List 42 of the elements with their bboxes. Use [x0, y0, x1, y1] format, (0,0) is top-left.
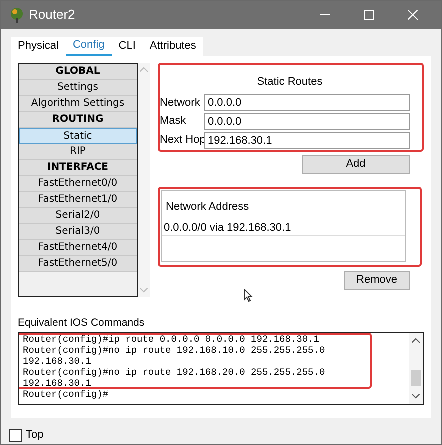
list-heading: Network Address — [165, 200, 250, 215]
console-scroll-bar[interactable] — [409, 332, 423, 404]
console-line: 192.168.30.1 — [23, 378, 92, 389]
add-button[interactable]: Add — [302, 155, 410, 174]
window-title: Router2 — [29, 6, 76, 24]
console-line: Router(config)#ip route 0.0.0.0 0.0.0.0 192.168.30.1 — [23, 334, 320, 345]
checkbox-label: Top — [26, 428, 44, 443]
field-label: Network — [160, 96, 202, 111]
field-label: Mask — [160, 114, 188, 130]
section-header[interactable]: GLOBAL — [19, 64, 137, 80]
sidebar-item[interactable]: FastEthernet1/0 — [19, 192, 137, 208]
sidebar-item[interactable]: Algorithm Settings — [19, 96, 137, 112]
input-field[interactable]: 0.0.0.0 — [204, 94, 410, 112]
sidebar-item[interactable]: FastEthernet0/0 — [19, 176, 137, 192]
tab[interactable]: Physical — [11, 37, 66, 56]
sidebar-item[interactable]: Static — [19, 128, 137, 144]
tab[interactable]: CLI — [112, 37, 143, 56]
maximize-icon — [364, 10, 374, 20]
scroll-bar[interactable] — [138, 63, 150, 297]
sidebar-item[interactable]: Serial2/0 — [19, 208, 137, 224]
console-line: 192.168.30.1 — [23, 356, 92, 367]
tab[interactable]: Config — [66, 37, 112, 56]
mouse-cursor-icon — [244, 289, 253, 302]
sidebar-item[interactable]: FastEthernet5/0 — [19, 256, 137, 272]
checkbox[interactable] — [9, 428, 22, 442]
section-header[interactable]: INTERFACE — [19, 160, 137, 176]
console-line: Router(config)#no ip route 192.168.20.0 255.255.255.0 — [23, 366, 326, 378]
console-line: Router(config)# — [23, 388, 110, 400]
console-line: Router(config)#no ip route 192.168.10.0 255.255.255.0 — [23, 344, 326, 356]
sidebar-item[interactable]: Serial3/0 — [19, 224, 137, 240]
sidebar-item[interactable]: RIP — [19, 144, 137, 160]
route-entry[interactable]: 0.0.0.0/0 via 192.168.30.1 — [162, 220, 405, 236]
close-icon — [408, 10, 418, 20]
tab[interactable]: Attributes — [142, 37, 204, 56]
input-field[interactable]: 0.0.0.0 — [204, 113, 410, 130]
section-label: Equivalent IOS Commands — [18, 316, 146, 331]
sidebar-item[interactable]: Settings — [19, 80, 137, 96]
sidebar-item[interactable]: FastEthernet4/0 — [19, 240, 137, 256]
input-field[interactable]: 192.168.30.1 — [204, 132, 410, 150]
section-header[interactable]: ROUTING — [19, 112, 137, 128]
section-title: Static Routes — [256, 75, 324, 90]
remove-button[interactable]: Remove — [344, 271, 410, 290]
